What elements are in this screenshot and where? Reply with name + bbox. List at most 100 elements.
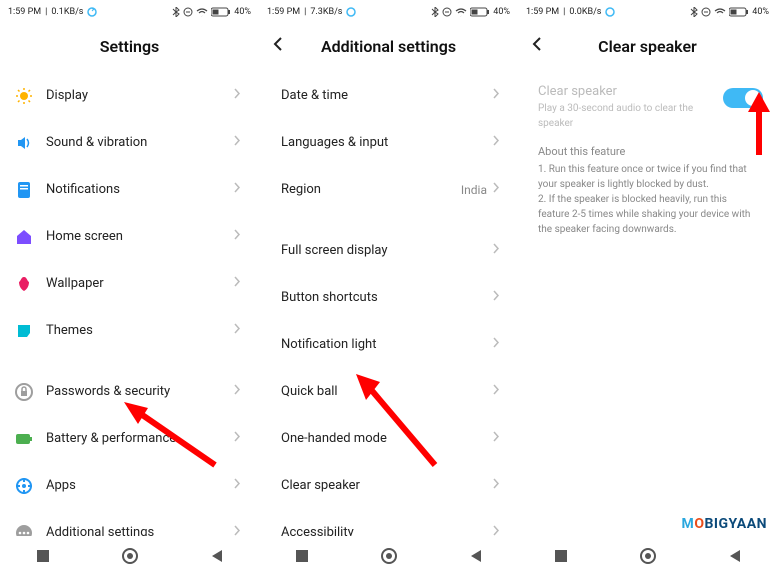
nav-home[interactable] xyxy=(121,547,139,565)
back-button[interactable] xyxy=(532,36,542,56)
row-notifications[interactable]: Notifications xyxy=(0,166,259,213)
row-notification-light[interactable]: Notification light xyxy=(259,321,518,368)
row-region[interactable]: Region India xyxy=(259,166,518,213)
chevron-right-icon xyxy=(493,290,500,305)
notifications-icon xyxy=(14,180,34,200)
row-themes[interactable]: Themes xyxy=(0,307,259,354)
phone-settings: 1:59 PM | 0.1KB/s 40% Settings Display S… xyxy=(0,0,259,576)
wifi-icon xyxy=(196,8,208,17)
row-label: Clear speaker xyxy=(281,478,493,493)
themes-icon xyxy=(14,321,34,341)
row-label: Region xyxy=(281,182,461,197)
security-icon xyxy=(14,382,34,402)
status-time: 1:59 PM xyxy=(526,7,559,17)
header: Additional settings xyxy=(259,24,518,68)
row-label: Display xyxy=(46,88,234,103)
nav-home[interactable] xyxy=(380,547,398,565)
chevron-right-icon xyxy=(234,276,241,291)
row-label: Notifications xyxy=(46,182,234,197)
row-clear-speaker[interactable]: Clear speaker xyxy=(259,462,518,509)
chevron-right-icon xyxy=(234,478,241,493)
dnd-icon xyxy=(442,7,452,17)
chevron-right-icon xyxy=(493,478,500,493)
row-label: Wallpaper xyxy=(46,276,234,291)
row-label: Full screen display xyxy=(281,243,493,258)
row-label: One-handed mode xyxy=(281,431,493,446)
row-languages[interactable]: Languages & input xyxy=(259,119,518,166)
bluetooth-icon xyxy=(431,7,439,17)
status-netspeed: 0.0KB/s xyxy=(569,7,601,17)
chevron-right-icon xyxy=(493,431,500,446)
row-label: Themes xyxy=(46,323,234,338)
bluetooth-icon xyxy=(172,7,180,17)
row-sound[interactable]: Sound & vibration xyxy=(0,119,259,166)
header: Clear speaker xyxy=(518,24,777,68)
status-divider: | xyxy=(45,7,47,17)
home-icon xyxy=(14,227,34,247)
battery-perf-icon xyxy=(14,429,34,449)
battery-percent: 40% xyxy=(234,7,251,17)
row-fullscreen[interactable]: Full screen display xyxy=(259,227,518,274)
chevron-right-icon xyxy=(234,88,241,103)
page-title: Settings xyxy=(100,37,160,56)
chevron-right-icon xyxy=(234,384,241,399)
navbar xyxy=(259,536,518,576)
page-title: Additional settings xyxy=(321,37,456,56)
sync-icon xyxy=(87,7,97,17)
sync-icon xyxy=(346,7,356,17)
navbar xyxy=(0,536,259,576)
row-quick-ball[interactable]: Quick ball xyxy=(259,368,518,415)
row-display[interactable]: Display xyxy=(0,72,259,119)
status-time: 1:59 PM xyxy=(8,7,41,17)
nav-home[interactable] xyxy=(639,547,657,565)
chevron-right-icon xyxy=(493,182,500,197)
row-apps[interactable]: Apps xyxy=(0,462,259,509)
chevron-right-icon xyxy=(493,88,500,103)
statusbar: 1:59 PM | 7.3KB/s 40% xyxy=(259,0,518,24)
divider xyxy=(0,354,259,368)
battery-icon xyxy=(729,7,749,17)
battery-percent: 40% xyxy=(493,7,510,17)
row-one-handed[interactable]: One-handed mode xyxy=(259,415,518,462)
statusbar: 1:59 PM | 0.1KB/s 40% xyxy=(0,0,259,24)
wifi-icon xyxy=(714,8,726,17)
phone-additional-settings: 1:59 PM | 7.3KB/s 40% Additional setting… xyxy=(259,0,518,576)
row-date-time[interactable]: Date & time xyxy=(259,72,518,119)
bluetooth-icon xyxy=(690,7,698,17)
row-battery[interactable]: Battery & performance xyxy=(0,415,259,462)
navbar xyxy=(518,536,777,576)
row-passwords[interactable]: Passwords & security xyxy=(0,368,259,415)
about-line: 1. Run this feature once or twice if you… xyxy=(538,162,757,192)
row-homescreen[interactable]: Home screen xyxy=(0,213,259,260)
display-icon xyxy=(14,86,34,106)
back-button[interactable] xyxy=(273,36,283,56)
nav-recents[interactable] xyxy=(553,548,569,564)
phone-clear-speaker: 1:59 PM | 0.0KB/s 40% Clear speaker Clea… xyxy=(518,0,777,576)
about-line: 2. If the speaker is blocked heavily, ru… xyxy=(538,192,757,237)
battery-percent: 40% xyxy=(752,7,769,17)
sync-icon xyxy=(605,7,615,17)
row-label: Home screen xyxy=(46,229,234,244)
chevron-right-icon xyxy=(234,229,241,244)
additional-settings-list: Date & time Languages & input Region Ind… xyxy=(259,68,518,576)
chevron-right-icon xyxy=(493,337,500,352)
header: Settings xyxy=(0,24,259,68)
row-button-shortcuts[interactable]: Button shortcuts xyxy=(259,274,518,321)
about-feature: About this feature 1. Run this feature o… xyxy=(518,141,777,241)
nav-recents[interactable] xyxy=(294,548,310,564)
toggle-switch[interactable] xyxy=(723,88,763,108)
nav-back[interactable] xyxy=(728,548,742,564)
wifi-icon xyxy=(455,8,467,17)
row-label: Quick ball xyxy=(281,384,493,399)
chevron-right-icon xyxy=(234,431,241,446)
row-label: Apps xyxy=(46,478,234,493)
clear-speaker-toggle-row[interactable]: Clear speaker Play a 30-second audio to … xyxy=(518,68,777,141)
nav-back[interactable] xyxy=(210,548,224,564)
row-wallpaper[interactable]: Wallpaper xyxy=(0,260,259,307)
chevron-right-icon xyxy=(234,182,241,197)
nav-recents[interactable] xyxy=(35,548,51,564)
dnd-icon xyxy=(701,7,711,17)
sound-icon xyxy=(14,133,34,153)
nav-back[interactable] xyxy=(469,548,483,564)
battery-icon xyxy=(470,7,490,17)
